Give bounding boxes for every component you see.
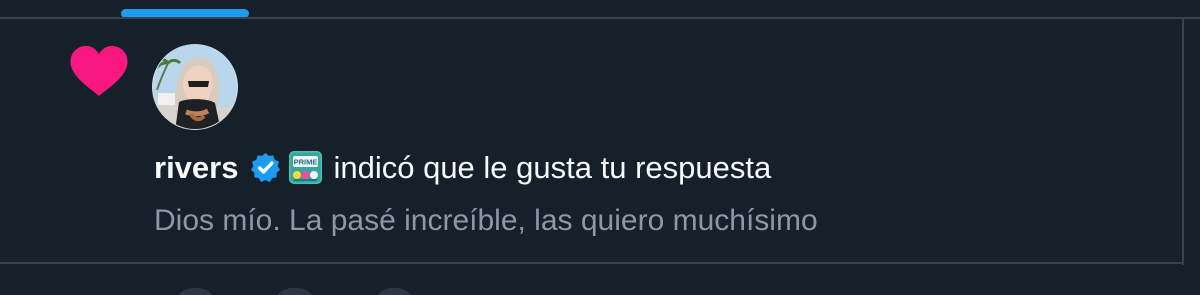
notifications-screen: rivers PRIME indicó que le gusta tu resp… (0, 0, 1200, 295)
username-link[interactable]: rivers (154, 152, 238, 183)
like-notification[interactable]: rivers PRIME indicó que le gusta tu resp… (0, 19, 1182, 262)
next-avatar-3 (373, 288, 415, 295)
bottom-divider (0, 262, 1184, 264)
prime-badge-text: PRIME (294, 157, 318, 166)
next-avatar-2 (274, 288, 316, 295)
right-divider (1182, 17, 1184, 265)
notification-action-text: indicó que le gusta tu respuesta (333, 149, 772, 185)
next-avatar-1 (175, 288, 217, 295)
prime-badge-icon: PRIME (289, 150, 323, 184)
notification-text-row: rivers PRIME indicó que le gusta tu resp… (154, 147, 771, 187)
avatar[interactable] (152, 44, 238, 130)
verified-check-icon (251, 152, 281, 182)
heart-icon (70, 45, 128, 96)
reply-preview-text[interactable]: Dios mío. La pasé increíble, las quiero … (154, 203, 818, 239)
next-notification-preview (175, 288, 415, 295)
